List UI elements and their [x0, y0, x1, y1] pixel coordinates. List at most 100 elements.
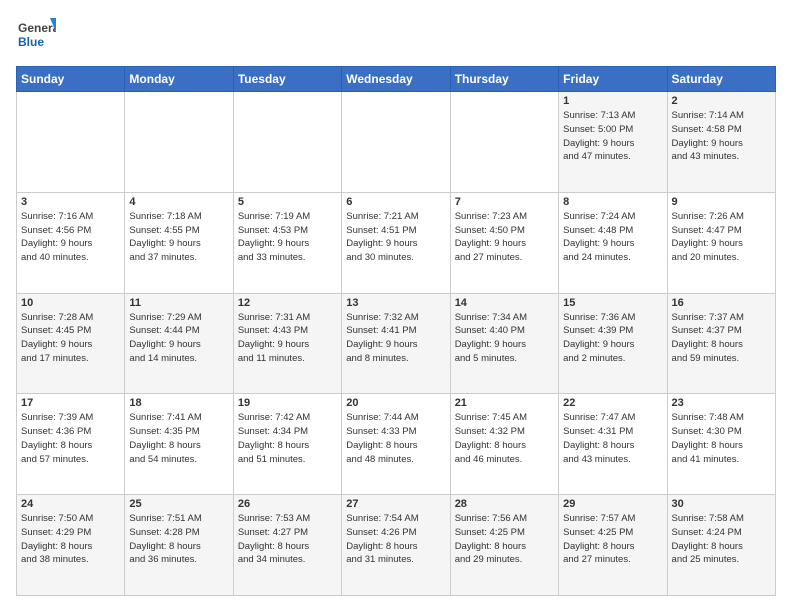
calendar-cell: 28 Sunrise: 7:56 AM Sunset: 4:25 PM Dayli… — [450, 495, 558, 596]
day-number: 18 — [129, 397, 228, 409]
day-number: 16 — [672, 297, 771, 309]
day-number: 8 — [563, 196, 662, 208]
header: General Blue — [16, 16, 776, 56]
day-info: Sunrise: 7:48 AM Sunset: 4:30 PM Dayligh… — [672, 411, 771, 466]
day-info: Sunrise: 7:57 AM Sunset: 4:25 PM Dayligh… — [563, 512, 662, 567]
day-number: 22 — [563, 397, 662, 409]
day-info: Sunrise: 7:47 AM Sunset: 4:31 PM Dayligh… — [563, 411, 662, 466]
calendar-cell: 22 Sunrise: 7:47 AM Sunset: 4:31 PM Dayli… — [559, 394, 667, 495]
day-info: Sunrise: 7:39 AM Sunset: 4:36 PM Dayligh… — [21, 411, 120, 466]
day-info: Sunrise: 7:21 AM Sunset: 4:51 PM Dayligh… — [346, 210, 445, 265]
day-info: Sunrise: 7:18 AM Sunset: 4:55 PM Dayligh… — [129, 210, 228, 265]
weekday-header-saturday: Saturday — [667, 67, 775, 92]
day-number: 5 — [238, 196, 337, 208]
calendar-cell: 1 Sunrise: 7:13 AM Sunset: 5:00 PM Daylig… — [559, 92, 667, 193]
logo: General Blue — [16, 16, 56, 56]
calendar-cell: 10 Sunrise: 7:28 AM Sunset: 4:45 PM Dayli… — [17, 293, 125, 394]
weekday-header-sunday: Sunday — [17, 67, 125, 92]
day-number: 24 — [21, 498, 120, 510]
day-info: Sunrise: 7:34 AM Sunset: 4:40 PM Dayligh… — [455, 311, 554, 366]
day-info: Sunrise: 7:56 AM Sunset: 4:25 PM Dayligh… — [455, 512, 554, 567]
calendar-cell: 7 Sunrise: 7:23 AM Sunset: 4:50 PM Daylig… — [450, 192, 558, 293]
calendar-cell: 17 Sunrise: 7:39 AM Sunset: 4:36 PM Dayli… — [17, 394, 125, 495]
calendar-cell: 19 Sunrise: 7:42 AM Sunset: 4:34 PM Dayli… — [233, 394, 341, 495]
calendar-cell: 25 Sunrise: 7:51 AM Sunset: 4:28 PM Dayli… — [125, 495, 233, 596]
day-info: Sunrise: 7:58 AM Sunset: 4:24 PM Dayligh… — [672, 512, 771, 567]
day-info: Sunrise: 7:23 AM Sunset: 4:50 PM Dayligh… — [455, 210, 554, 265]
day-info: Sunrise: 7:42 AM Sunset: 4:34 PM Dayligh… — [238, 411, 337, 466]
calendar-cell: 26 Sunrise: 7:53 AM Sunset: 4:27 PM Dayli… — [233, 495, 341, 596]
day-number: 17 — [21, 397, 120, 409]
calendar-cell — [17, 92, 125, 193]
day-number: 10 — [21, 297, 120, 309]
svg-text:Blue: Blue — [18, 35, 44, 49]
day-number: 25 — [129, 498, 228, 510]
weekday-header-friday: Friday — [559, 67, 667, 92]
calendar-cell: 6 Sunrise: 7:21 AM Sunset: 4:51 PM Daylig… — [342, 192, 450, 293]
day-info: Sunrise: 7:37 AM Sunset: 4:37 PM Dayligh… — [672, 311, 771, 366]
day-info: Sunrise: 7:16 AM Sunset: 4:56 PM Dayligh… — [21, 210, 120, 265]
calendar-cell: 15 Sunrise: 7:36 AM Sunset: 4:39 PM Dayli… — [559, 293, 667, 394]
calendar-cell: 12 Sunrise: 7:31 AM Sunset: 4:43 PM Dayli… — [233, 293, 341, 394]
day-info: Sunrise: 7:50 AM Sunset: 4:29 PM Dayligh… — [21, 512, 120, 567]
calendar-cell: 18 Sunrise: 7:41 AM Sunset: 4:35 PM Dayli… — [125, 394, 233, 495]
calendar-cell: 21 Sunrise: 7:45 AM Sunset: 4:32 PM Dayli… — [450, 394, 558, 495]
calendar-cell: 11 Sunrise: 7:29 AM Sunset: 4:44 PM Dayli… — [125, 293, 233, 394]
day-number: 27 — [346, 498, 445, 510]
logo-svg: General Blue — [16, 16, 56, 56]
day-number: 20 — [346, 397, 445, 409]
calendar-cell: 2 Sunrise: 7:14 AM Sunset: 4:58 PM Daylig… — [667, 92, 775, 193]
day-info: Sunrise: 7:14 AM Sunset: 4:58 PM Dayligh… — [672, 109, 771, 164]
day-info: Sunrise: 7:24 AM Sunset: 4:48 PM Dayligh… — [563, 210, 662, 265]
calendar-cell: 9 Sunrise: 7:26 AM Sunset: 4:47 PM Daylig… — [667, 192, 775, 293]
day-info: Sunrise: 7:32 AM Sunset: 4:41 PM Dayligh… — [346, 311, 445, 366]
calendar-cell: 27 Sunrise: 7:54 AM Sunset: 4:26 PM Dayli… — [342, 495, 450, 596]
calendar-cell: 8 Sunrise: 7:24 AM Sunset: 4:48 PM Daylig… — [559, 192, 667, 293]
calendar-cell: 30Sunrise: 7:58 AM Sunset: 4:24 PM Dayli… — [667, 495, 775, 596]
calendar-cell: 29 Sunrise: 7:57 AM Sunset: 4:25 PM Dayli… — [559, 495, 667, 596]
calendar-cell: 3 Sunrise: 7:16 AM Sunset: 4:56 PM Daylig… — [17, 192, 125, 293]
calendar-table: SundayMondayTuesdayWednesdayThursdayFrid… — [16, 66, 776, 596]
day-number: 1 — [563, 95, 662, 107]
day-number: 19 — [238, 397, 337, 409]
day-number: 2 — [672, 95, 771, 107]
weekday-header-thursday: Thursday — [450, 67, 558, 92]
day-info: Sunrise: 7:41 AM Sunset: 4:35 PM Dayligh… — [129, 411, 228, 466]
day-info: Sunrise: 7:26 AM Sunset: 4:47 PM Dayligh… — [672, 210, 771, 265]
day-info: Sunrise: 7:53 AM Sunset: 4:27 PM Dayligh… — [238, 512, 337, 567]
day-number: 6 — [346, 196, 445, 208]
day-number: 21 — [455, 397, 554, 409]
day-number: 29 — [563, 498, 662, 510]
calendar-cell: 24 Sunrise: 7:50 AM Sunset: 4:29 PM Dayli… — [17, 495, 125, 596]
day-info: Sunrise: 7:36 AM Sunset: 4:39 PM Dayligh… — [563, 311, 662, 366]
weekday-header-wednesday: Wednesday — [342, 67, 450, 92]
day-info: Sunrise: 7:29 AM Sunset: 4:44 PM Dayligh… — [129, 311, 228, 366]
calendar-cell: 23 Sunrise: 7:48 AM Sunset: 4:30 PM Dayli… — [667, 394, 775, 495]
day-info: Sunrise: 7:19 AM Sunset: 4:53 PM Dayligh… — [238, 210, 337, 265]
day-number: 4 — [129, 196, 228, 208]
day-number: 23 — [672, 397, 771, 409]
calendar-cell: 20 Sunrise: 7:44 AM Sunset: 4:33 PM Dayli… — [342, 394, 450, 495]
day-number: 13 — [346, 297, 445, 309]
day-info: Sunrise: 7:13 AM Sunset: 5:00 PM Dayligh… — [563, 109, 662, 164]
day-number: 11 — [129, 297, 228, 309]
calendar-cell: 16 Sunrise: 7:37 AM Sunset: 4:37 PM Dayli… — [667, 293, 775, 394]
calendar-cell: 14 Sunrise: 7:34 AM Sunset: 4:40 PM Dayli… — [450, 293, 558, 394]
day-number: 3 — [21, 196, 120, 208]
day-info: Sunrise: 7:28 AM Sunset: 4:45 PM Dayligh… — [21, 311, 120, 366]
day-info: Sunrise: 7:54 AM Sunset: 4:26 PM Dayligh… — [346, 512, 445, 567]
day-number: 7 — [455, 196, 554, 208]
day-info: Sunrise: 7:31 AM Sunset: 4:43 PM Dayligh… — [238, 311, 337, 366]
day-number: 12 — [238, 297, 337, 309]
day-number: 9 — [672, 196, 771, 208]
calendar-cell: 5 Sunrise: 7:19 AM Sunset: 4:53 PM Daylig… — [233, 192, 341, 293]
weekday-header-monday: Monday — [125, 67, 233, 92]
day-number: 26 — [238, 498, 337, 510]
day-number: 14 — [455, 297, 554, 309]
day-info: Sunrise: 7:44 AM Sunset: 4:33 PM Dayligh… — [346, 411, 445, 466]
day-info: Sunrise: 7:45 AM Sunset: 4:32 PM Dayligh… — [455, 411, 554, 466]
day-info: Sunrise: 7:51 AM Sunset: 4:28 PM Dayligh… — [129, 512, 228, 567]
day-number: 15 — [563, 297, 662, 309]
calendar-cell — [450, 92, 558, 193]
day-number: 28 — [455, 498, 554, 510]
